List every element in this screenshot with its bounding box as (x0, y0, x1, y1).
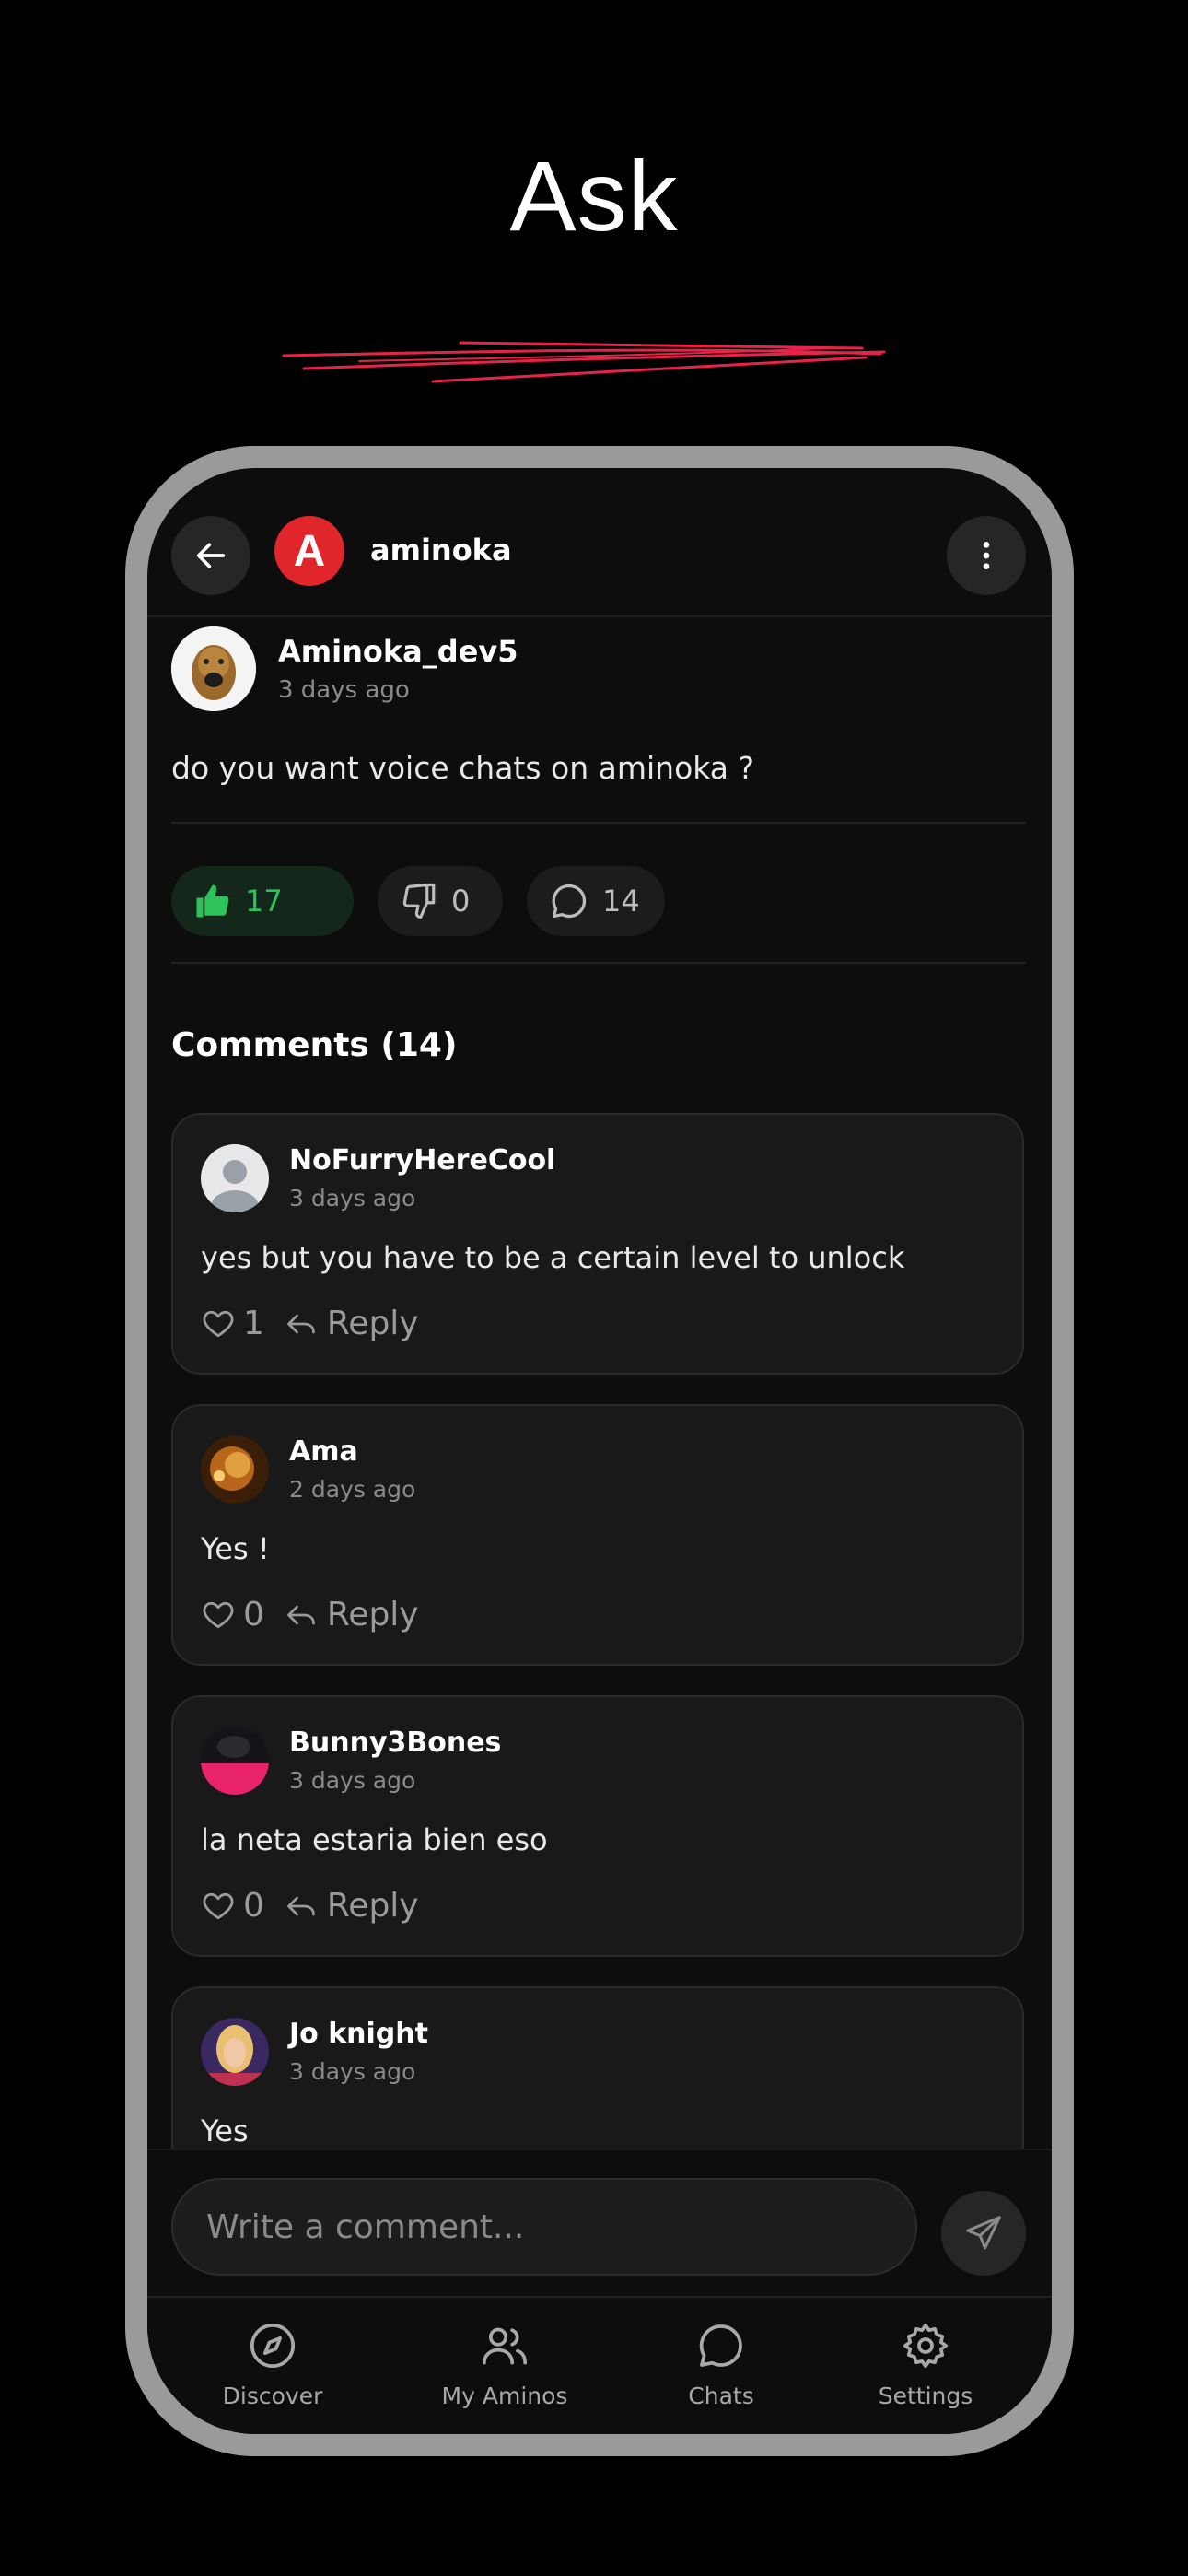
comment-time: 2 days ago (289, 1476, 416, 1503)
reply-label: Reply (326, 1305, 419, 1342)
comment-like-count: 0 (243, 1596, 264, 1633)
comment-actions: 1 Reply (201, 1305, 419, 1342)
users-icon (482, 2327, 528, 2365)
back-button[interactable] (171, 516, 250, 595)
reply-label: Reply (326, 1887, 419, 1925)
thumbs-up-icon (196, 884, 229, 918)
post-author-name[interactable]: Aminoka_dev5 (278, 634, 518, 669)
hero-title: Ask (509, 140, 679, 252)
community-name[interactable]: aminoka (370, 533, 512, 568)
comment-avatar[interactable] (201, 2018, 269, 2086)
comment-time: 3 days ago (289, 2058, 416, 2085)
post-author-avatar[interactable] (171, 626, 256, 711)
comment-actions: 0 Reply (201, 1887, 419, 1925)
comment-like-button[interactable]: 0 (201, 1596, 264, 1633)
arrow-left-icon (196, 543, 226, 568)
reply-button[interactable]: Reply (285, 1305, 419, 1342)
heart-icon (203, 1601, 234, 1628)
comment-card: NoFurryHereCool 3 days ago yes but you h… (171, 1113, 1024, 1375)
comment-like-button[interactable]: 1 (201, 1305, 264, 1342)
comments-heading: Comments (14) (171, 1026, 458, 1064)
tab-discover[interactable]: Discover (181, 2318, 365, 2409)
heart-icon (203, 1892, 234, 1919)
reply-arrow-icon (287, 1605, 315, 1624)
comment-text: Yes (201, 2113, 249, 2149)
phone-frame: A aminoka Aminoka_dev5 3 days ago do you… (125, 446, 1074, 2456)
comments-count-button[interactable]: 14 (527, 866, 665, 936)
reply-arrow-icon (287, 1896, 315, 1915)
reply-label: Reply (326, 1596, 419, 1633)
compass-icon (250, 2323, 296, 2369)
chat-bubble-icon (552, 884, 587, 919)
comment-time: 3 days ago (289, 1185, 416, 1212)
tab-label: Chats (688, 2383, 754, 2409)
top-bar: A aminoka (147, 468, 1052, 617)
divider (171, 962, 1026, 964)
more-vertical-icon (983, 542, 990, 569)
comment-avatar[interactable] (201, 1435, 269, 1504)
heart-icon (203, 1310, 234, 1337)
comment-avatar[interactable] (201, 1727, 269, 1795)
post-body: do you want voice chats on aminoka ? (171, 750, 755, 786)
comment-author[interactable]: Bunny3Bones (289, 1727, 501, 1759)
app-screen: A aminoka Aminoka_dev5 3 days ago do you… (147, 468, 1052, 2434)
community-logo[interactable]: A (274, 516, 344, 586)
divider (171, 822, 1026, 824)
comment-input[interactable] (171, 2178, 917, 2276)
red-underline-scribble (282, 341, 886, 383)
comment-time: 3 days ago (289, 1767, 416, 1794)
upvote-count: 17 (245, 884, 283, 919)
bottom-tab-bar: Discover My Aminos Chats Settings (147, 2296, 1052, 2434)
reply-button[interactable]: Reply (285, 1887, 419, 1925)
send-icon (966, 2216, 1001, 2250)
tab-settings[interactable]: Settings (833, 2318, 1018, 2409)
thumbs-down-icon (402, 883, 436, 919)
comment-like-count: 1 (243, 1305, 264, 1342)
tab-chats[interactable]: Chats (629, 2318, 813, 2409)
comment-text: Yes ! (201, 1531, 270, 1566)
comment-author[interactable]: Jo knight (289, 2018, 428, 2050)
tab-label: My Aminos (441, 2383, 568, 2409)
comment-card: Bunny3Bones 3 days ago la neta estaria b… (171, 1695, 1024, 1957)
comment-like-button[interactable]: 0 (201, 1887, 264, 1925)
reply-button[interactable]: Reply (285, 1596, 419, 1633)
downvote-button[interactable]: 0 (378, 866, 503, 936)
downvote-count: 0 (451, 884, 471, 919)
more-options-button[interactable] (947, 516, 1026, 595)
comment-author[interactable]: NoFurryHereCool (289, 1144, 555, 1177)
send-button[interactable] (941, 2191, 1026, 2276)
comment-text: yes but you have to be a certain level t… (201, 1240, 905, 1275)
comment-author[interactable]: Ama (289, 1435, 358, 1468)
comment-like-count: 0 (243, 1887, 264, 1925)
comment-text: la neta estaria bien eso (201, 1822, 548, 1857)
comment-card: Ama 2 days ago Yes ! 0 Reply (171, 1404, 1024, 1666)
post-timestamp: 3 days ago (278, 676, 410, 704)
chat-bubble-icon (699, 2324, 742, 2367)
tab-label: Discover (222, 2383, 323, 2409)
comment-compose-bar (147, 2149, 1052, 2298)
comment-avatar[interactable] (201, 1144, 269, 1212)
comment-count: 14 (602, 884, 640, 919)
tab-label: Settings (878, 2383, 973, 2409)
comment-actions: 0 Reply (201, 1596, 419, 1633)
gear-icon (903, 2323, 949, 2369)
reply-arrow-icon (287, 1314, 315, 1333)
upvote-button[interactable]: 17 (171, 866, 354, 936)
tab-my-aminos[interactable]: My Aminos (413, 2318, 597, 2409)
